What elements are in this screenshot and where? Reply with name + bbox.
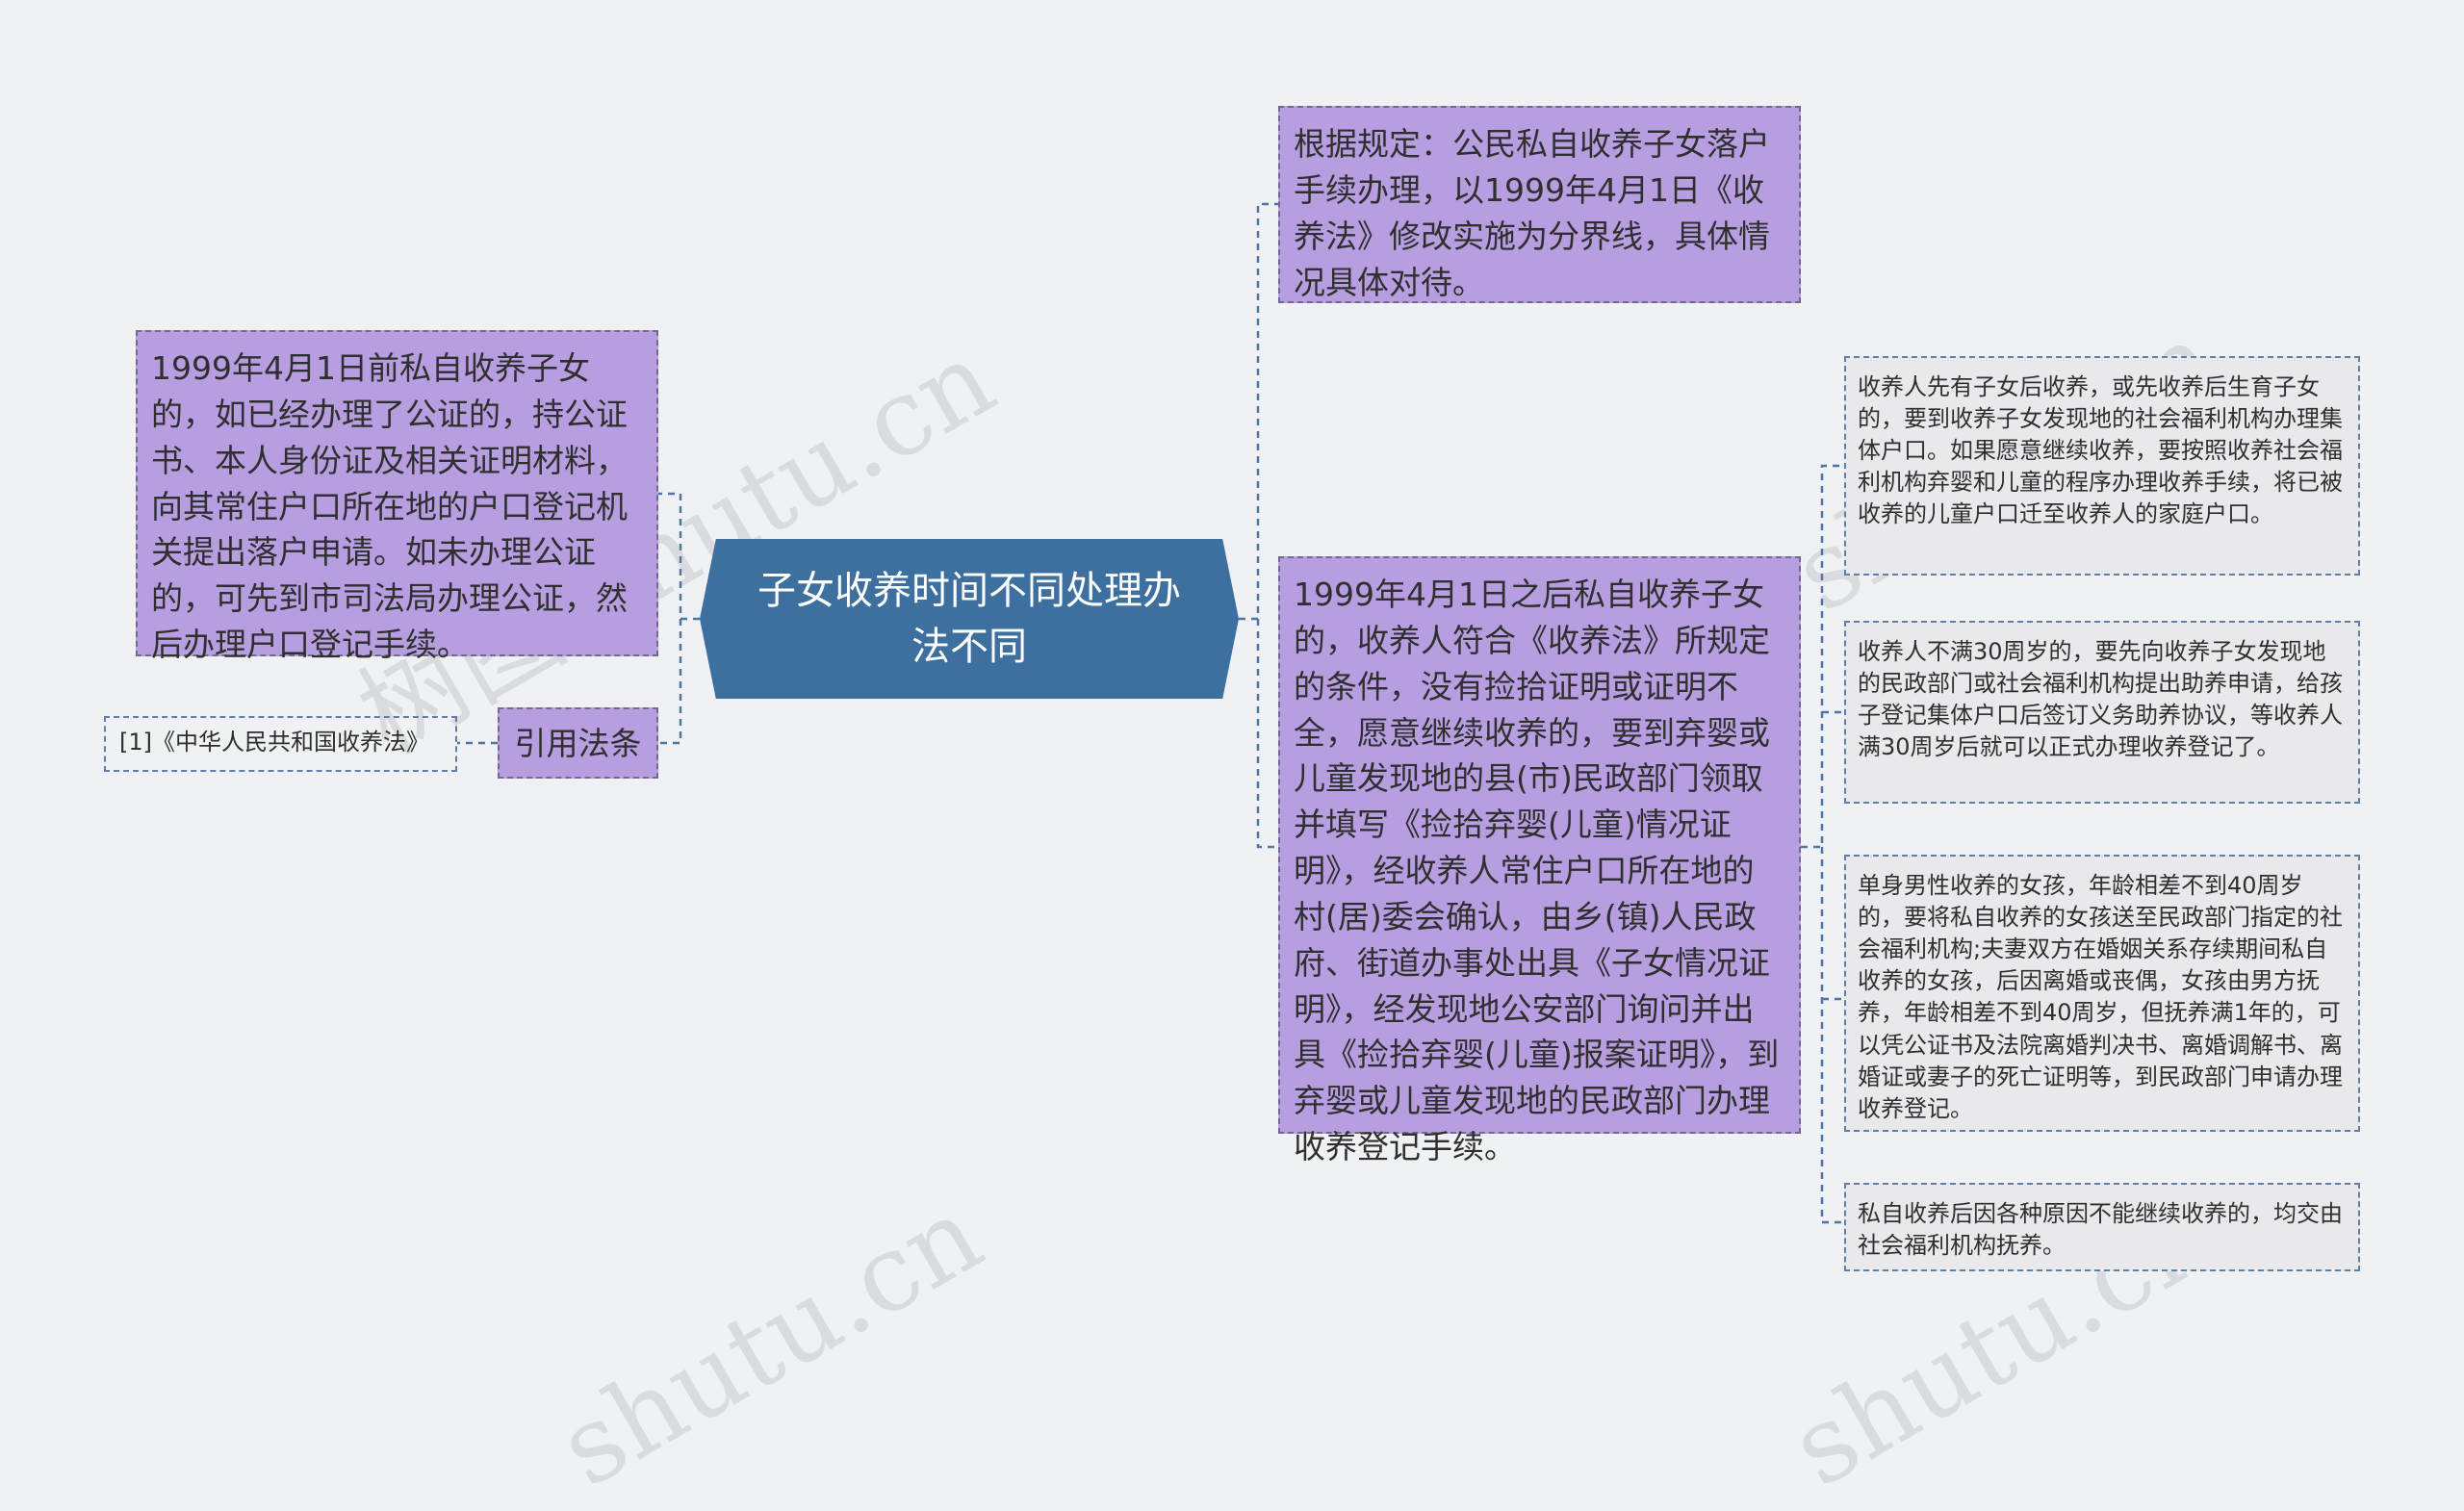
central-topic-text: 子女收养时间不同处理办法不同: [757, 569, 1181, 669]
node-law-label[interactable]: 引用法条: [498, 707, 658, 779]
detail-node-3-text: 单身男性收养的女孩，年龄相差不到40周岁的，要将私自收养的女孩送至民政部门指定的…: [1858, 872, 2343, 1122]
connector-right-down: [1256, 619, 1278, 849]
node-before-1999-text: 1999年4月1日前私自收养子女的，如已经办理了公证的，持公证书、本人身份证及相…: [151, 349, 628, 664]
detail-node-1-text: 收养人先有子女后收养，或先收养后生育子女的，要到收养子女发现地的社会福利机构办理…: [1858, 373, 2343, 528]
detail-node-4[interactable]: 私自收养后因各种原因不能继续收养的，均交由社会福利机构抚养。: [1844, 1183, 2360, 1271]
connector-details-4: [1820, 847, 1844, 1224]
detail-node-4-text: 私自收养后因各种原因不能继续收养的，均交由社会福利机构抚养。: [1858, 1200, 2343, 1260]
central-topic-node[interactable]: 子女收养时间不同处理办法不同: [700, 539, 1239, 699]
connector-after-to-details: [1801, 464, 1844, 849]
detail-node-2[interactable]: 收养人不满30周岁的，要先向收养子女发现地的民政部门或社会福利机构提出助养申请，…: [1844, 621, 2360, 804]
detail-node-3[interactable]: 单身男性收养的女孩，年龄相差不到40周岁的，要将私自收养的女孩送至民政部门指定的…: [1844, 855, 2360, 1132]
node-before-1999[interactable]: 1999年4月1日前私自收养子女的，如已经办理了公证的，持公证书、本人身份证及相…: [136, 330, 658, 663]
node-law-label-text: 引用法条: [514, 725, 642, 762]
node-after-1999-text: 1999年4月1日之后私自收养子女的，收养人符合《收养法》所规定的条件，没有捡拾…: [1294, 576, 1780, 1166]
node-rule[interactable]: 根据规定：公民私自收养子女落户手续办理，以1999年4月1日《收养法》修改实施为…: [1278, 106, 1801, 303]
connector-central-to-left: [658, 492, 700, 621]
detail-node-1[interactable]: 收养人先有子女后收养，或先收养后生育子女的，要到收养子女发现地的社会福利机构办理…: [1844, 356, 2360, 576]
node-law-reference-text: [1]《中华人民共和国收养法》: [119, 729, 429, 756]
connector-central-to-right: [1239, 202, 1278, 621]
detail-node-2-text: 收养人不满30周岁的，要先向收养子女发现地的民政部门或社会福利机构提出助养申请，…: [1858, 638, 2343, 761]
node-rule-text: 根据规定：公民私自收养子女落户手续办理，以1999年4月1日《收养法》修改实施为…: [1294, 125, 1770, 301]
connector-central-to-law: [658, 619, 682, 745]
node-law-reference[interactable]: [1]《中华人民共和国收养法》: [104, 716, 457, 772]
node-after-1999[interactable]: 1999年4月1日之后私自收养子女的，收养人符合《收养法》所规定的条件，没有捡拾…: [1278, 556, 1801, 1165]
